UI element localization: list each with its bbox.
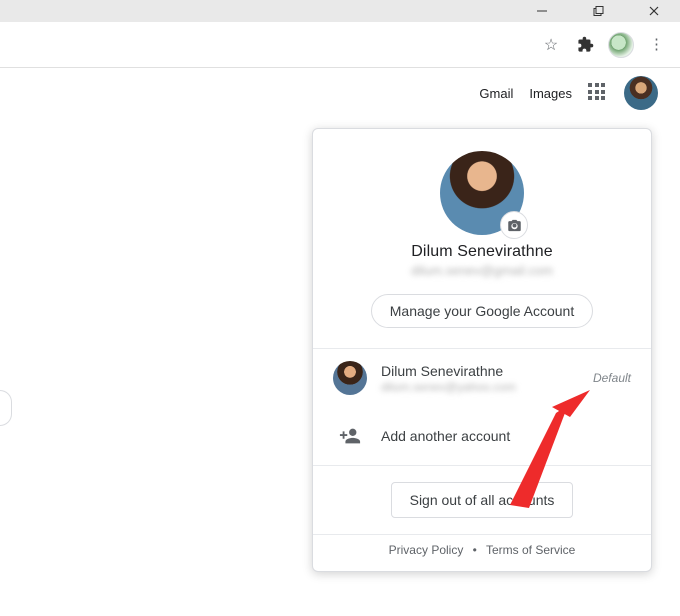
change-photo-button[interactable] [500,211,528,239]
browser-menu-icon[interactable]: ⋮ [646,34,668,56]
account-row-text: Dilum Senevirathne dilum.senev@yahoo.com [381,363,593,394]
maximize-button[interactable] [580,0,616,22]
account-row-email: dilum.senev@yahoo.com [381,380,593,394]
minimize-button[interactable] [524,0,560,22]
manage-account-button[interactable]: Manage your Google Account [371,294,593,328]
account-row-name: Dilum Senevirathne [381,363,593,379]
browser-toolbar: ☆ ⋮ [0,22,680,68]
profile-name: Dilum Senevirathne [313,243,651,261]
profile-email: dilum.senev@gmail.com [313,263,651,278]
avatar-wrapper [440,151,524,235]
add-account-row[interactable]: Add another account [313,407,651,465]
close-button[interactable] [636,0,672,22]
sign-out-button[interactable]: Sign out of all accounts [391,482,574,518]
person-add-icon [333,419,367,453]
add-account-label: Add another account [381,428,631,444]
window-titlebar [0,0,680,22]
gmail-link[interactable]: Gmail [479,86,513,101]
apps-grid-icon[interactable] [588,83,608,103]
bookmark-star-icon[interactable]: ☆ [540,34,562,56]
account-popup: Dilum Senevirathne dilum.senev@gmail.com… [312,128,652,572]
camera-icon [507,218,522,233]
default-badge: Default [593,371,631,385]
partial-ui-edge [0,390,12,426]
account-row[interactable]: Dilum Senevirathne dilum.senev@yahoo.com… [313,349,651,407]
account-avatar[interactable] [624,76,658,110]
privacy-policy-link[interactable]: Privacy Policy [389,543,464,557]
browser-profile-avatar[interactable] [608,32,634,58]
account-row-avatar [333,361,367,395]
images-link[interactable]: Images [529,86,572,101]
terms-of-service-link[interactable]: Terms of Service [486,543,575,557]
divider [313,465,651,466]
footer-links: Privacy Policy • Terms of Service [313,535,651,561]
extensions-icon[interactable] [574,34,596,56]
page-header: Gmail Images [0,68,680,118]
